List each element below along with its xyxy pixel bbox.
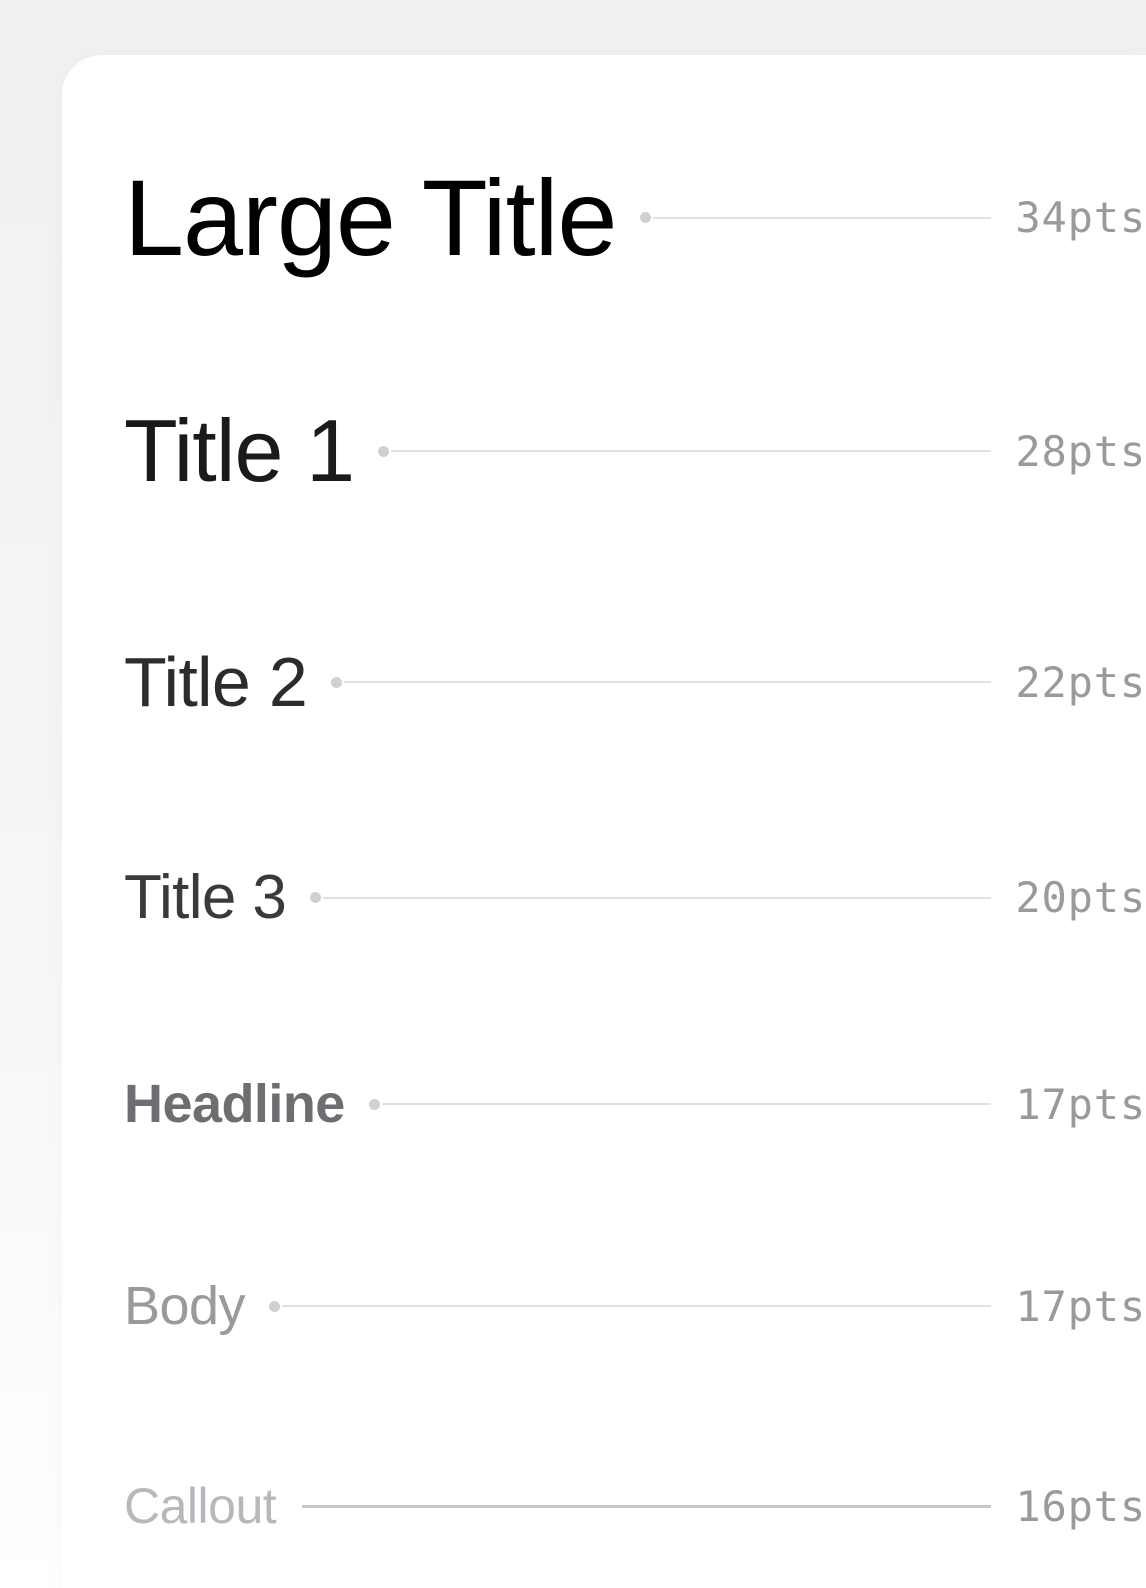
divider [640,212,991,223]
dot-icon [331,677,342,688]
divider [378,446,991,457]
type-label-title2: Title 2 [124,642,307,722]
type-row: Title 3 20pts [124,862,1146,933]
type-label-large-title: Large Title [124,155,616,280]
divider [269,1301,991,1312]
type-row: Title 2 22pts [124,642,1146,722]
divider [310,892,991,903]
divider-line [382,1103,992,1105]
size-label: 20pts [1015,873,1146,922]
type-row: Callout 16pts [124,1477,1146,1535]
divider-line [282,1305,991,1307]
size-label: 17pts [1015,1282,1146,1331]
dot-icon [640,212,651,223]
type-row: Large Title 34pts [124,155,1146,280]
size-label: 16pts [1015,1482,1146,1531]
divider [300,1505,991,1508]
type-label-body: Body [124,1275,245,1337]
type-label-headline: Headline [124,1073,345,1135]
divider-line [344,681,991,683]
type-label-title1: Title 1 [124,400,354,502]
dot-icon [369,1099,380,1110]
dot-icon [310,892,321,903]
size-label: 17pts [1015,1080,1146,1129]
size-label: 22pts [1015,658,1146,707]
dot-icon [378,446,389,457]
dot-icon [269,1301,280,1312]
divider-line [323,897,991,899]
divider-line [653,217,991,219]
type-label-title3: Title 3 [124,862,286,933]
divider-line [391,450,991,452]
type-label-callout: Callout [124,1477,276,1535]
divider [331,677,991,688]
divider [369,1099,992,1110]
type-row: Title 1 28pts [124,400,1146,502]
typography-card: Large Title 34pts Title 1 28pts Title 2 … [62,55,1146,1588]
type-row: Body 17pts [124,1275,1146,1337]
divider-line [302,1505,991,1508]
size-label: 28pts [1015,427,1146,476]
type-row: Headline 17pts [124,1073,1146,1135]
size-label: 34pts [1015,193,1146,242]
